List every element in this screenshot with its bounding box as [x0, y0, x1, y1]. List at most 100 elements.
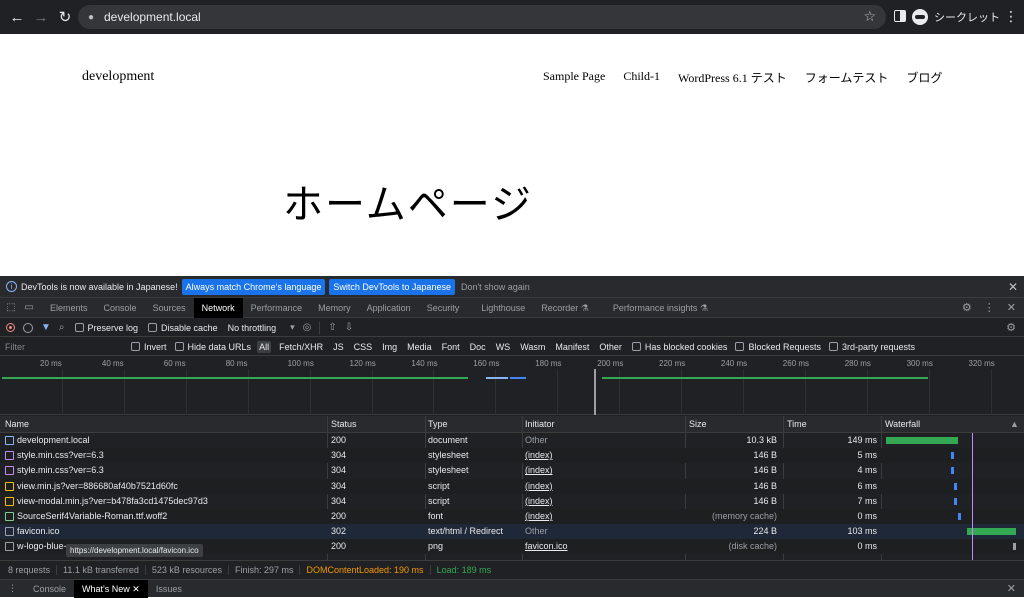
tab-memory[interactable]: Memory: [310, 298, 359, 318]
table-row[interactable]: SourceSerif4Variable-Roman.ttf.woff2 200 f…: [0, 509, 1024, 524]
type-filter-manifest[interactable]: Manifest: [553, 341, 591, 353]
nav-link-child-1[interactable]: Child-1: [623, 69, 660, 86]
more-options-icon[interactable]: ⋮: [984, 301, 995, 314]
type-filter-doc[interactable]: Doc: [468, 341, 488, 353]
column-time[interactable]: Time: [787, 419, 807, 429]
tab-lighthouse[interactable]: Lighthouse: [473, 298, 533, 318]
import-har-icon[interactable]: ⇧: [328, 322, 336, 333]
tab-network[interactable]: Network: [193, 297, 243, 318]
info-icon[interactable]: ●: [88, 12, 98, 23]
type-filter-all[interactable]: All: [257, 340, 272, 353]
type-filter-font[interactable]: Font: [440, 341, 462, 353]
close-drawer-icon[interactable]: ✕: [1007, 582, 1016, 595]
dont-show-again-button[interactable]: Don't show again: [461, 282, 530, 292]
table-row[interactable]: view.min.js?ver=886680af40b7521d60fc 304 s…: [0, 478, 1024, 494]
column-initiator[interactable]: Initiator: [525, 419, 555, 429]
drawer-tab-console[interactable]: Console: [25, 580, 74, 598]
settings-gear-icon[interactable]: ⚙: [962, 301, 972, 314]
side-panel-icon[interactable]: [894, 10, 906, 22]
nav-link-sample-page[interactable]: Sample Page: [543, 69, 605, 86]
cell-initiator[interactable]: (index): [525, 496, 675, 506]
column-status[interactable]: Status: [331, 419, 357, 429]
throttling-select[interactable]: No throttling ▾: [228, 322, 295, 333]
waterfall-bar: [1013, 543, 1017, 551]
record-icon[interactable]: [6, 323, 15, 332]
waterfall-load-line: [972, 433, 973, 560]
invert-checkbox[interactable]: Invert: [131, 342, 167, 352]
tab-performance-insights[interactable]: Performance insights ⚗: [605, 298, 716, 318]
column-waterfall[interactable]: Waterfall: [885, 419, 920, 429]
cell-initiator[interactable]: (index): [525, 450, 675, 460]
column-type[interactable]: Type: [428, 419, 448, 429]
network-settings-icon[interactable]: ⚙: [1006, 321, 1016, 334]
type-filter-media[interactable]: Media: [405, 341, 434, 353]
cell-initiator[interactable]: (index): [525, 511, 675, 521]
network-conditions-icon[interactable]: ◎: [303, 322, 312, 333]
type-filter-ws[interactable]: WS: [494, 341, 513, 353]
disable-cache-checkbox[interactable]: Disable cache: [148, 323, 218, 333]
type-filter-fetch-xhr[interactable]: Fetch/XHR: [277, 341, 325, 353]
tab-console[interactable]: Console: [96, 298, 145, 318]
drawer-tab-whats-new[interactable]: What's New ✕: [74, 579, 148, 598]
hide-data-urls-checkbox[interactable]: Hide data URLs: [174, 342, 251, 352]
checkbox-icon: [174, 342, 184, 351]
back-button[interactable]: ←: [6, 6, 28, 28]
network-overview-timeline[interactable]: 20 ms 40 ms 60 ms 80 ms 100 ms 120 ms 140 ms 16…: [0, 357, 1024, 415]
cell-initiator[interactable]: favicon.ico: [525, 541, 675, 551]
preserve-log-checkbox[interactable]: Preserve log: [74, 323, 138, 333]
address-bar[interactable]: ● development.local ☆: [78, 5, 886, 29]
blocked-cookies-checkbox[interactable]: Has blocked cookies: [631, 342, 727, 352]
third-party-label: 3rd-party requests: [841, 341, 916, 352]
third-party-checkbox[interactable]: 3rd-party requests: [828, 341, 916, 352]
tab-performance[interactable]: Performance: [243, 298, 311, 318]
nav-link-wordpress-test[interactable]: WordPress 6.1 テスト: [678, 69, 787, 86]
reload-button[interactable]: ↻: [54, 6, 76, 28]
cell-time: 4 ms: [857, 465, 877, 476]
table-row[interactable]: style.min.css?ver=6.3 304 stylesheet (index…: [0, 448, 1024, 464]
search-icon[interactable]: ⌕: [59, 322, 65, 333]
tab-elements[interactable]: Elements: [42, 298, 96, 318]
type-filter-wasm[interactable]: Wasm: [518, 341, 547, 353]
nav-link-blog[interactable]: ブログ: [906, 69, 942, 86]
tab-security[interactable]: Security: [419, 298, 468, 318]
tab-recorder[interactable]: Recorder ⚗: [533, 298, 597, 318]
drawer-tab-issues[interactable]: Issues: [148, 580, 190, 598]
forward-button[interactable]: →: [30, 6, 52, 28]
tab-application[interactable]: Application: [359, 298, 419, 318]
type-filter-css[interactable]: CSS: [352, 341, 375, 353]
table-row[interactable]: favicon.ico 302 text/html / Redirect Other 2…: [0, 524, 1024, 540]
nav-link-form-test[interactable]: フォームテスト: [805, 69, 889, 86]
cell-name: view-modal.min.js?ver=b478fa3cd1475dec97…: [17, 495, 208, 506]
type-filter-img[interactable]: Img: [380, 341, 399, 353]
type-filter-js[interactable]: JS: [331, 341, 346, 353]
close-devtools-icon[interactable]: ✕: [1007, 301, 1016, 314]
filter-icon[interactable]: ▼: [41, 322, 51, 333]
page-heading: ホームページ: [283, 182, 533, 227]
cell-initiator[interactable]: (index): [525, 465, 675, 475]
export-har-icon[interactable]: ⇩: [345, 322, 353, 333]
column-size[interactable]: Size: [689, 419, 707, 429]
site-title[interactable]: development: [82, 69, 154, 85]
drawer-menu-icon[interactable]: ⋮: [8, 583, 17, 594]
table-row[interactable]: style.min.css?ver=6.3 304 stylesheet (index…: [0, 463, 1024, 478]
bookmark-star-icon[interactable]: ☆: [863, 8, 876, 25]
device-toolbar-icon[interactable]: ▭: [22, 302, 36, 313]
resources-size: 523 kB resources: [146, 564, 229, 575]
filter-input[interactable]: Filter: [5, 342, 123, 352]
cell-initiator[interactable]: (index): [525, 481, 675, 491]
blocked-requests-checkbox[interactable]: Blocked Requests: [735, 342, 821, 352]
inspect-element-icon[interactable]: ⬚: [4, 302, 18, 313]
close-icon[interactable]: ✕: [1008, 280, 1018, 294]
switch-language-button[interactable]: Switch DevTools to Japanese: [329, 278, 455, 295]
type-filter-other[interactable]: Other: [597, 341, 624, 353]
browser-menu-icon[interactable]: ⋮: [1004, 9, 1018, 23]
table-row[interactable]: development.local 200 document Other 10.3 kB…: [0, 433, 1024, 448]
tab-sources[interactable]: Sources: [145, 298, 194, 318]
close-tab-icon[interactable]: ✕: [132, 584, 140, 594]
match-language-button[interactable]: Always match Chrome's language: [181, 278, 326, 295]
column-name[interactable]: Name: [5, 419, 29, 429]
table-row[interactable]: view-modal.min.js?ver=b478fa3cd1475dec97…: [0, 494, 1024, 509]
load-time: Load: 189 ms: [436, 564, 492, 575]
clear-icon[interactable]: [23, 322, 33, 333]
profile-button[interactable]: シークレット: [912, 7, 1000, 27]
